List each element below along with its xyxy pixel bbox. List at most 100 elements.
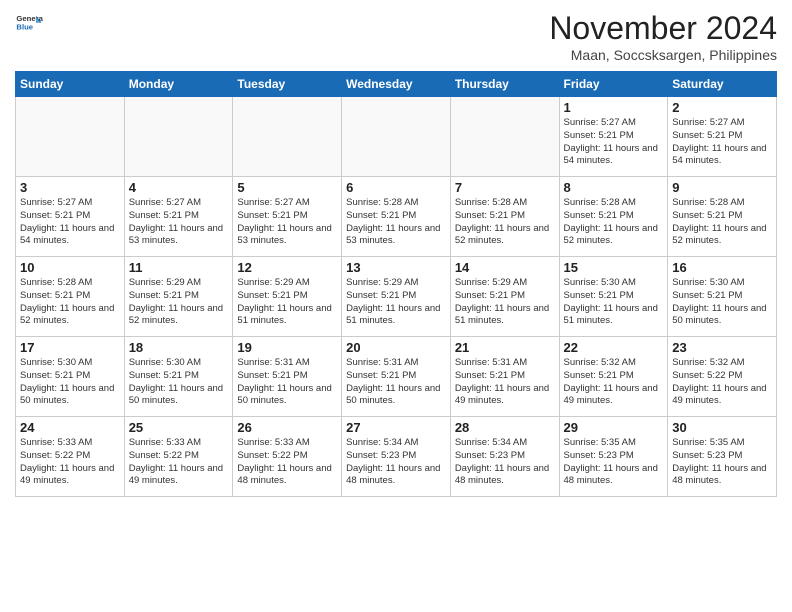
header: General Blue November 2024 Maan, Soccsks… xyxy=(15,10,777,63)
cell-info: Sunrise: 5:27 AM Sunset: 5:21 PM Dayligh… xyxy=(129,197,229,248)
calendar-cell: 24 Sunrise: 5:33 AM Sunset: 5:22 PM Dayli… xyxy=(16,417,125,497)
logo-icon: General Blue xyxy=(15,10,43,38)
calendar-cell xyxy=(450,97,559,177)
cell-info: Sunrise: 5:27 AM Sunset: 5:21 PM Dayligh… xyxy=(564,117,664,168)
day-number: 22 xyxy=(564,340,664,355)
cell-info: Sunrise: 5:34 AM Sunset: 5:23 PM Dayligh… xyxy=(455,437,555,488)
calendar-cell: 18 Sunrise: 5:30 AM Sunset: 5:21 PM Dayli… xyxy=(124,337,233,417)
cell-info: Sunrise: 5:33 AM Sunset: 5:22 PM Dayligh… xyxy=(20,437,120,488)
weekday-header-sunday: Sunday xyxy=(16,72,125,97)
day-number: 15 xyxy=(564,260,664,275)
cell-info: Sunrise: 5:32 AM Sunset: 5:22 PM Dayligh… xyxy=(672,357,772,408)
cell-info: Sunrise: 5:29 AM Sunset: 5:21 PM Dayligh… xyxy=(237,277,337,328)
calendar-cell: 9 Sunrise: 5:28 AM Sunset: 5:21 PM Daylig… xyxy=(668,177,777,257)
cell-info: Sunrise: 5:28 AM Sunset: 5:21 PM Dayligh… xyxy=(20,277,120,328)
day-number: 30 xyxy=(672,420,772,435)
weekday-header-tuesday: Tuesday xyxy=(233,72,342,97)
calendar-cell: 17Sunrise: 5:30 AM Sunset: 5:21 PM Dayli… xyxy=(16,337,125,417)
day-number: 3 xyxy=(20,180,120,195)
day-number: 11 xyxy=(129,260,229,275)
calendar-cell: 4 Sunrise: 5:27 AM Sunset: 5:21 PM Daylig… xyxy=(124,177,233,257)
calendar-cell: 27 Sunrise: 5:34 AM Sunset: 5:23 PM Dayli… xyxy=(342,417,451,497)
day-number: 25 xyxy=(129,420,229,435)
calendar-cell: 6 Sunrise: 5:28 AM Sunset: 5:21 PM Daylig… xyxy=(342,177,451,257)
cell-info: Sunrise: 5:31 AM Sunset: 5:21 PM Dayligh… xyxy=(346,357,446,408)
day-number: 18 xyxy=(129,340,229,355)
cell-info: Sunrise: 5:29 AM Sunset: 5:21 PM Dayligh… xyxy=(129,277,229,328)
day-number: 27 xyxy=(346,420,446,435)
weekday-header-monday: Monday xyxy=(124,72,233,97)
calendar-cell: 1 Sunrise: 5:27 AM Sunset: 5:21 PM Daylig… xyxy=(559,97,668,177)
calendar-week-row: 1 Sunrise: 5:27 AM Sunset: 5:21 PM Daylig… xyxy=(16,97,777,177)
day-number: 12 xyxy=(237,260,337,275)
day-number: 8 xyxy=(564,180,664,195)
day-number: 20 xyxy=(346,340,446,355)
calendar-cell xyxy=(342,97,451,177)
calendar-cell xyxy=(124,97,233,177)
calendar-week-row: 3 Sunrise: 5:27 AM Sunset: 5:21 PM Daylig… xyxy=(16,177,777,257)
calendar-cell: 30Sunrise: 5:35 AM Sunset: 5:23 PM Dayli… xyxy=(668,417,777,497)
cell-info: Sunrise: 5:28 AM Sunset: 5:21 PM Dayligh… xyxy=(346,197,446,248)
title-block: November 2024 Maan, Soccsksargen, Philip… xyxy=(549,10,777,63)
cell-info: Sunrise: 5:27 AM Sunset: 5:21 PM Dayligh… xyxy=(20,197,120,248)
calendar-week-row: 17 Sunrise: 5:30 AM Sunset: 5:21 PM Dayli… xyxy=(16,337,777,417)
calendar-cell: 8 Sunrise: 5:28 AM Sunset: 5:21 PM Daylig… xyxy=(559,177,668,257)
calendar-cell: 23Sunrise: 5:32 AM Sunset: 5:22 PM Dayli… xyxy=(668,337,777,417)
cell-info: Sunrise: 5:33 AM Sunset: 5:22 PM Dayligh… xyxy=(237,437,337,488)
day-number: 26 xyxy=(237,420,337,435)
calendar-cell: 7 Sunrise: 5:28 AM Sunset: 5:21 PM Daylig… xyxy=(450,177,559,257)
calendar-cell: 5Sunrise: 5:27 AM Sunset: 5:21 PM Daylig… xyxy=(233,177,342,257)
calendar-cell: 25Sunrise: 5:33 AM Sunset: 5:22 PM Dayli… xyxy=(124,417,233,497)
day-number: 2 xyxy=(672,100,772,115)
calendar-table: SundayMondayTuesdayWednesdayThursdayFrid… xyxy=(15,71,777,497)
day-number: 19 xyxy=(237,340,337,355)
weekday-header-friday: Friday xyxy=(559,72,668,97)
day-number: 16 xyxy=(672,260,772,275)
calendar-cell: 3 Sunrise: 5:27 AM Sunset: 5:21 PM Daylig… xyxy=(16,177,125,257)
day-number: 6 xyxy=(346,180,446,195)
cell-info: Sunrise: 5:30 AM Sunset: 5:21 PM Dayligh… xyxy=(129,357,229,408)
logo: General Blue xyxy=(15,10,43,38)
cell-info: Sunrise: 5:31 AM Sunset: 5:21 PM Dayligh… xyxy=(455,357,555,408)
cell-info: Sunrise: 5:31 AM Sunset: 5:21 PM Dayligh… xyxy=(237,357,337,408)
day-number: 1 xyxy=(564,100,664,115)
day-number: 24 xyxy=(20,420,120,435)
day-number: 7 xyxy=(455,180,555,195)
calendar-cell: 19 Sunrise: 5:31 AM Sunset: 5:21 PM Dayli… xyxy=(233,337,342,417)
calendar-cell: 21Sunrise: 5:31 AM Sunset: 5:21 PM Dayli… xyxy=(450,337,559,417)
cell-info: Sunrise: 5:28 AM Sunset: 5:21 PM Dayligh… xyxy=(564,197,664,248)
day-number: 17 xyxy=(20,340,120,355)
calendar-cell: 15Sunrise: 5:30 AM Sunset: 5:21 PM Dayli… xyxy=(559,257,668,337)
weekday-header-wednesday: Wednesday xyxy=(342,72,451,97)
calendar-cell: 2 Sunrise: 5:27 AM Sunset: 5:21 PM Daylig… xyxy=(668,97,777,177)
svg-text:Blue: Blue xyxy=(16,23,33,32)
day-number: 9 xyxy=(672,180,772,195)
weekday-header-saturday: Saturday xyxy=(668,72,777,97)
page: General Blue November 2024 Maan, Soccsks… xyxy=(0,0,792,507)
month-title: November 2024 xyxy=(549,10,777,47)
cell-info: Sunrise: 5:28 AM Sunset: 5:21 PM Dayligh… xyxy=(672,197,772,248)
calendar-cell: 13Sunrise: 5:29 AM Sunset: 5:21 PM Dayli… xyxy=(342,257,451,337)
calendar-cell: 11 Sunrise: 5:29 AM Sunset: 5:21 PM Dayli… xyxy=(124,257,233,337)
calendar-cell: 28 Sunrise: 5:34 AM Sunset: 5:23 PM Dayli… xyxy=(450,417,559,497)
calendar-cell: 29Sunrise: 5:35 AM Sunset: 5:23 PM Dayli… xyxy=(559,417,668,497)
day-number: 28 xyxy=(455,420,555,435)
calendar-cell xyxy=(233,97,342,177)
day-number: 4 xyxy=(129,180,229,195)
calendar-cell: 26 Sunrise: 5:33 AM Sunset: 5:22 PM Dayli… xyxy=(233,417,342,497)
day-number: 14 xyxy=(455,260,555,275)
calendar-cell: 16 Sunrise: 5:30 AM Sunset: 5:21 PM Dayli… xyxy=(668,257,777,337)
calendar-week-row: 24 Sunrise: 5:33 AM Sunset: 5:22 PM Dayli… xyxy=(16,417,777,497)
cell-info: Sunrise: 5:35 AM Sunset: 5:23 PM Dayligh… xyxy=(564,437,664,488)
cell-info: Sunrise: 5:28 AM Sunset: 5:21 PM Dayligh… xyxy=(455,197,555,248)
cell-info: Sunrise: 5:27 AM Sunset: 5:21 PM Dayligh… xyxy=(672,117,772,168)
weekday-header-row: SundayMondayTuesdayWednesdayThursdayFrid… xyxy=(16,72,777,97)
calendar-cell: 12 Sunrise: 5:29 AM Sunset: 5:21 PM Dayli… xyxy=(233,257,342,337)
cell-info: Sunrise: 5:34 AM Sunset: 5:23 PM Dayligh… xyxy=(346,437,446,488)
calendar-cell: 10Sunrise: 5:28 AM Sunset: 5:21 PM Dayli… xyxy=(16,257,125,337)
cell-info: Sunrise: 5:29 AM Sunset: 5:21 PM Dayligh… xyxy=(455,277,555,328)
calendar-cell xyxy=(16,97,125,177)
cell-info: Sunrise: 5:30 AM Sunset: 5:21 PM Dayligh… xyxy=(672,277,772,328)
location: Maan, Soccsksargen, Philippines xyxy=(549,47,777,63)
calendar-cell: 14 Sunrise: 5:29 AM Sunset: 5:21 PM Dayli… xyxy=(450,257,559,337)
